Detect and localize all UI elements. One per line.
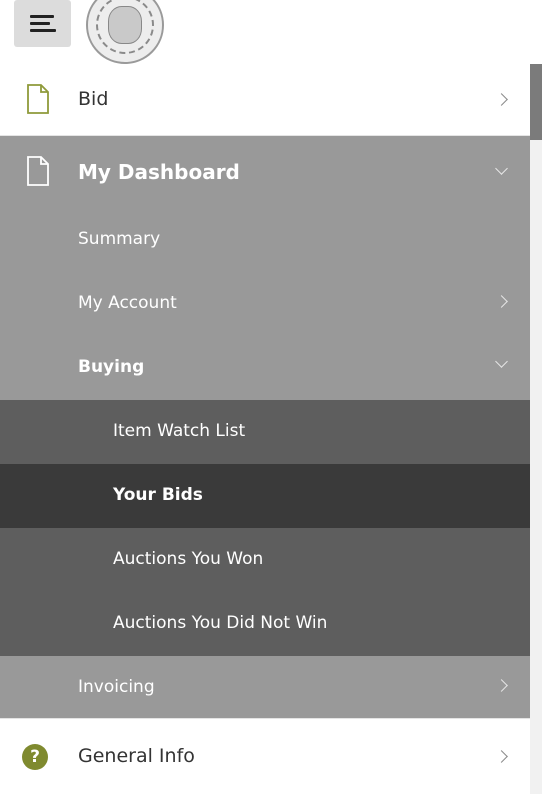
- chevron-right-icon: [495, 750, 508, 763]
- scrollbar-thumb[interactable]: [530, 64, 542, 140]
- nav-item-auctions-you-did-not-win[interactable]: Auctions You Did Not Win: [0, 592, 530, 656]
- nav-item-label: Bid: [78, 88, 109, 110]
- nav-item-label: Invoicing: [78, 677, 155, 697]
- help-icon: ?: [22, 744, 48, 770]
- nav-item-my-dashboard[interactable]: My Dashboard: [0, 136, 530, 208]
- chevron-right-icon: [495, 295, 508, 308]
- chevron-down-icon: [495, 355, 508, 368]
- nav-item-item-watch-list[interactable]: Item Watch List: [0, 400, 530, 464]
- nav-item-invoicing[interactable]: Invoicing: [0, 656, 530, 718]
- state-seal-logo[interactable]: [86, 0, 164, 64]
- nav-item-bid[interactable]: Bid: [0, 64, 530, 136]
- hamburger-icon: [30, 15, 54, 18]
- nav-item-buying[interactable]: Buying: [0, 336, 530, 400]
- chevron-down-icon: [495, 162, 508, 175]
- chevron-right-icon: [495, 679, 508, 692]
- hamburger-icon-line: [30, 29, 56, 32]
- top-bar: [0, 0, 542, 64]
- nav-item-summary[interactable]: Summary: [0, 208, 530, 272]
- nav-item-general-info[interactable]: ? General Info: [0, 718, 530, 794]
- nav-item-label: General Info: [78, 745, 195, 767]
- hamburger-icon-line: [30, 22, 50, 25]
- nav-item-label: Auctions You Did Not Win: [113, 613, 328, 633]
- chevron-right-icon: [495, 93, 508, 106]
- hamburger-menu-button[interactable]: [14, 0, 71, 47]
- document-icon: [27, 84, 49, 114]
- nav-item-label: Buying: [78, 357, 145, 377]
- nav-scrollbar[interactable]: [530, 64, 542, 794]
- nav-item-my-account[interactable]: My Account: [0, 272, 530, 336]
- nav-item-label: Your Bids: [113, 485, 203, 505]
- nav-item-label: My Dashboard: [78, 160, 240, 184]
- nav-item-label: Summary: [78, 229, 161, 249]
- nav-item-label: Auctions You Won: [113, 549, 264, 569]
- seal-emblem: [108, 6, 142, 44]
- nav-item-auctions-you-won[interactable]: Auctions You Won: [0, 528, 530, 592]
- nav-item-label: My Account: [78, 293, 177, 313]
- document-icon: [27, 156, 49, 186]
- side-navigation: Bid My Dashboard Summary My Account Buyi…: [0, 64, 530, 794]
- nav-item-label: Item Watch List: [113, 421, 246, 441]
- nav-item-your-bids[interactable]: Your Bids: [0, 464, 530, 528]
